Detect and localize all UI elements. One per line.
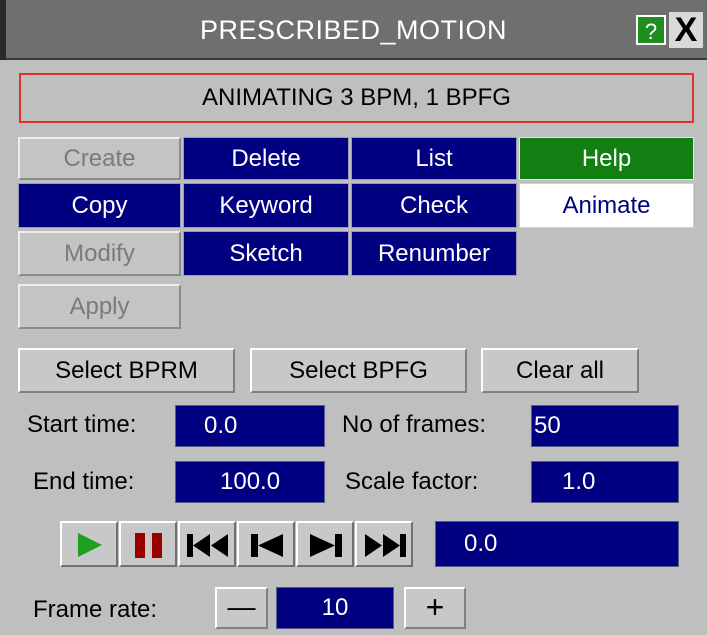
- step-forward-button[interactable]: [296, 521, 354, 567]
- fast-forward-icon: [365, 534, 406, 557]
- help-question-icon[interactable]: ?: [636, 15, 666, 45]
- scale-factor-field[interactable]: 1.0: [531, 461, 679, 503]
- current-time-field[interactable]: 0.0: [435, 521, 679, 567]
- animate-button[interactable]: Animate: [519, 183, 694, 228]
- rewind-icon: [187, 534, 228, 557]
- frame-rate-decrease-button[interactable]: —: [215, 587, 268, 629]
- select-bpfg-button[interactable]: Select BPFG: [250, 348, 467, 393]
- status-message: ANIMATING 3 BPM, 1 BPFG: [19, 73, 694, 123]
- end-time-field[interactable]: 100.0: [175, 461, 325, 503]
- scale-factor-label: Scale factor:: [345, 468, 479, 495]
- pause-button[interactable]: [119, 521, 177, 567]
- close-icon[interactable]: X: [669, 12, 703, 48]
- step-forward-icon: [310, 534, 342, 557]
- play-button[interactable]: [60, 521, 118, 567]
- end-time-label: End time:: [33, 468, 135, 495]
- frame-rate-field[interactable]: 10: [276, 587, 394, 629]
- pause-icon: [135, 533, 162, 558]
- list-button[interactable]: List: [351, 137, 517, 180]
- fast-forward-button[interactable]: [355, 521, 413, 567]
- apply-button[interactable]: Apply: [18, 284, 181, 329]
- help-button[interactable]: Help: [519, 137, 694, 180]
- window-title: PRESCRIBED_MOTION: [199, 15, 508, 45]
- select-bprm-button[interactable]: Select BPRM: [18, 348, 235, 393]
- start-time-label: Start time:: [27, 411, 137, 438]
- modify-button[interactable]: Modify: [18, 231, 181, 276]
- step-back-icon: [251, 534, 283, 557]
- frame-rate-label: Frame rate:: [33, 596, 158, 623]
- create-button[interactable]: Create: [18, 137, 181, 180]
- clear-all-button[interactable]: Clear all: [481, 348, 639, 393]
- keyword-button[interactable]: Keyword: [183, 183, 349, 228]
- frame-rate-increase-button[interactable]: +: [404, 587, 466, 629]
- step-back-button[interactable]: [237, 521, 295, 567]
- frames-field[interactable]: 50: [531, 405, 679, 447]
- copy-button[interactable]: Copy: [18, 183, 181, 228]
- renumber-button[interactable]: Renumber: [351, 231, 517, 276]
- delete-button[interactable]: Delete: [183, 137, 349, 180]
- rewind-button[interactable]: [178, 521, 236, 567]
- sketch-button[interactable]: Sketch: [183, 231, 349, 276]
- start-time-field[interactable]: 0.0: [175, 405, 325, 447]
- frames-label: No of frames:: [342, 411, 487, 438]
- play-icon: [78, 533, 102, 557]
- check-button[interactable]: Check: [351, 183, 517, 228]
